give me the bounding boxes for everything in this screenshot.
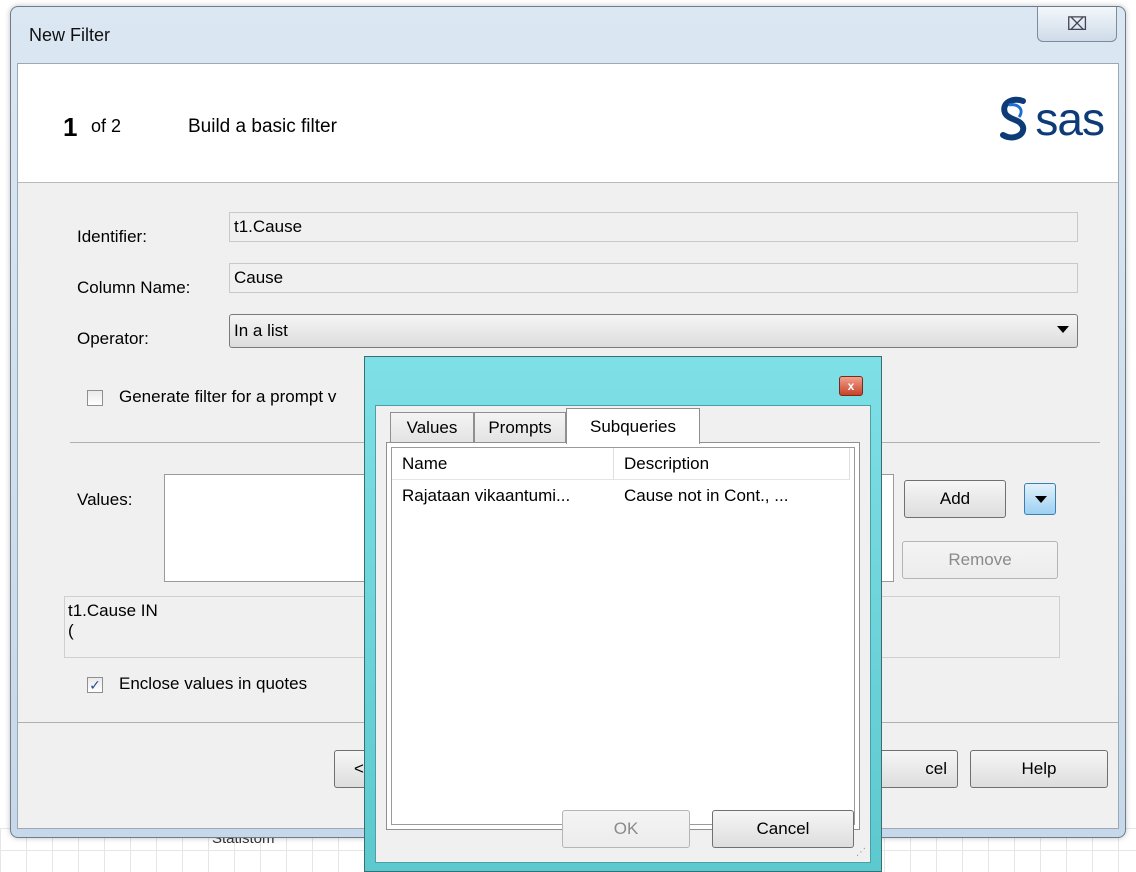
identifier-field: t1.Cause — [229, 212, 1078, 242]
tab-prompts[interactable]: Prompts — [474, 412, 566, 442]
subqueries-list[interactable]: Name Description Rajataan vikaantumi... … — [391, 447, 855, 825]
operator-label: Operator: — [77, 329, 149, 348]
subqueries-dialog: x Values Prompts Subqueries Name Descrip… — [364, 356, 882, 872]
dialog-client: Values Prompts Subqueries Name Descripti… — [375, 405, 871, 863]
table-row[interactable]: Rajataan vikaantumi... Cause not in Cont… — [392, 484, 850, 510]
tab-values-label: Values — [406, 417, 458, 437]
tab-prompts-label: Prompts — [488, 417, 552, 437]
column-name-label: Column Name: — [77, 278, 191, 297]
add-button-label: Add — [939, 489, 971, 508]
ok-button-label: OK — [613, 819, 639, 838]
column-header-name[interactable]: Name — [392, 448, 614, 480]
resize-grip-icon[interactable]: ⋰ — [856, 847, 866, 858]
row-name-cell: Rajataan vikaantumi... — [402, 486, 571, 505]
operator-dropdown[interactable]: In a list — [229, 314, 1078, 348]
row-description-cell: Cause not in Cont., ... — [624, 486, 789, 505]
wizard-header: 1 of 2 Build a basic filter sas — [18, 64, 1118, 183]
help-button-label: Help — [1021, 759, 1057, 778]
close-icon: ⌧ — [1066, 13, 1088, 34]
remove-button-label: Remove — [948, 550, 1012, 569]
column-header-description[interactable]: Description — [614, 448, 850, 480]
dialog-close-button[interactable]: x — [839, 376, 863, 396]
prompt-checkbox-label: Generate filter for a prompt v — [119, 387, 337, 406]
dialog-cancel-button-label: Cancel — [756, 819, 810, 838]
add-button[interactable]: Add — [904, 480, 1006, 518]
close-icon: x — [847, 379, 855, 393]
ok-button[interactable]: OK — [562, 810, 690, 848]
tab-values[interactable]: Values — [390, 412, 474, 442]
chevron-down-icon — [1035, 496, 1047, 503]
identifier-label: Identifier: — [77, 227, 147, 246]
quotes-checkbox[interactable]: ✓ — [87, 677, 103, 693]
prompt-checkbox[interactable] — [87, 390, 103, 406]
column-header-description-label: Description — [624, 454, 710, 473]
remove-button[interactable]: Remove — [902, 541, 1058, 579]
sas-logo-icon — [1000, 96, 1027, 141]
back-button-label: < — [354, 759, 364, 778]
dialog-cancel-button[interactable]: Cancel — [712, 810, 854, 848]
window-title: New Filter — [29, 25, 111, 45]
step-title: Build a basic filter — [188, 116, 337, 137]
quotes-checkbox-label: Enclose values in quotes — [119, 674, 308, 693]
step-of: of 2 — [91, 116, 122, 136]
tab-subqueries-label: Subqueries — [589, 416, 676, 436]
operator-value: In a list — [234, 321, 288, 340]
cancel-button-label: cel — [925, 759, 947, 778]
column-header-name-label: Name — [402, 454, 448, 473]
add-options-button[interactable] — [1024, 483, 1056, 515]
subqueries-panel: Name Description Rajataan vikaantumi... … — [386, 442, 860, 830]
help-button[interactable]: Help — [970, 750, 1108, 788]
chevron-down-icon — [1057, 326, 1069, 333]
step-number: 1 — [63, 112, 78, 142]
tab-subqueries[interactable]: Subqueries — [566, 408, 700, 444]
sas-logo: sas — [995, 92, 1105, 146]
column-name-field: Cause — [229, 263, 1078, 293]
window-close-button[interactable]: ⌧ — [1037, 7, 1117, 42]
values-label: Values: — [77, 490, 133, 509]
sas-logo-text: sas — [1035, 93, 1105, 145]
